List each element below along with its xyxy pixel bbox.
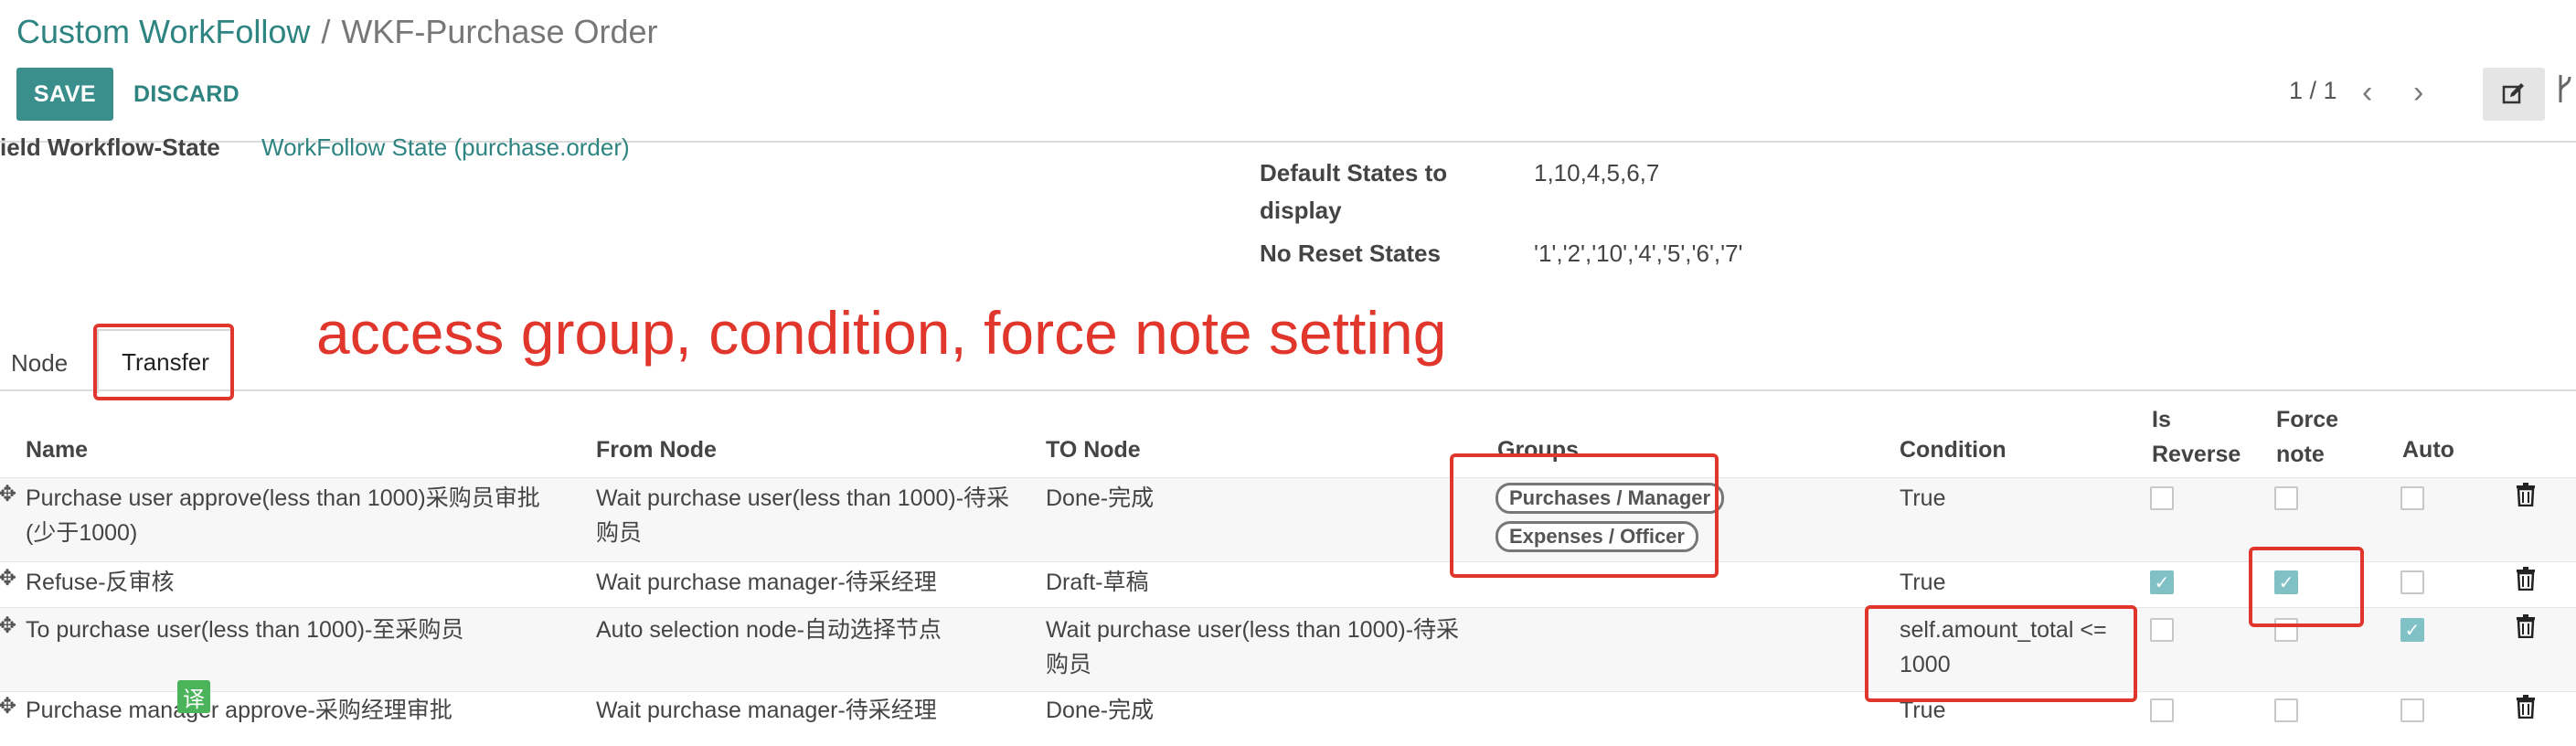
tabs-divider <box>0 389 2576 391</box>
cell-to-node: Wait purchase user(less than 1000)-待采 购员 <box>1046 613 1459 682</box>
edit-icon[interactable] <box>2483 68 2545 121</box>
drag-handle-icon[interactable]: ✥ <box>0 613 16 639</box>
col-header-condition[interactable]: Condition <box>1900 437 2007 464</box>
field-workflow-state-link[interactable]: WorkFollow State (purchase.order) <box>261 133 630 162</box>
highlight-box-condition <box>1865 605 2137 702</box>
auto-checkbox[interactable] <box>2400 486 2424 510</box>
auto-checkbox[interactable] <box>2400 570 2424 594</box>
chevron-right-icon[interactable]: › <box>2413 75 2423 111</box>
trash-icon[interactable] <box>2516 483 2536 513</box>
cell-from-node: Wait purchase manager-待采经理 <box>596 570 937 595</box>
auto-checkbox[interactable]: ✓ <box>2400 618 2424 642</box>
chevron-left-icon[interactable]: ‹ <box>2362 75 2372 111</box>
col-header-name[interactable]: Name <box>26 437 88 464</box>
no-reset-states-value: '1','2','10','4','5','6','7' <box>1534 240 1743 267</box>
cell-name: Purchase user approve(less than 1000)采购员… <box>26 481 540 550</box>
col-header-force-note-line2: note <box>2276 442 2325 467</box>
drag-handle-icon[interactable]: ✥ <box>0 565 16 591</box>
default-states-value: 1,10,4,5,6,7 <box>1534 159 1660 186</box>
row-divider <box>0 561 2576 562</box>
cell-to-line2: 购员 <box>1046 652 1092 677</box>
is-reverse-checkbox[interactable] <box>2150 486 2174 510</box>
highlight-box-transfer-tab <box>93 324 234 400</box>
cell-to-node: Draft-草稿 <box>1046 570 1149 595</box>
col-header-is-reverse-line2: Reverse <box>2152 442 2241 467</box>
drag-handle-icon[interactable]: ✥ <box>0 693 16 719</box>
cell-name: To purchase user(less than 1000)-至采购员 <box>26 617 464 643</box>
col-header-to-node[interactable]: TO Node <box>1046 437 1141 464</box>
is-reverse-checkbox[interactable] <box>2150 698 2174 722</box>
force-note-checkbox[interactable] <box>2274 698 2298 722</box>
highlight-box-groups <box>1450 453 1719 578</box>
cell-condition: True <box>1900 570 1946 595</box>
annotation-text: access group, condition, force note sett… <box>316 299 1447 367</box>
branch-icon[interactable] <box>2556 73 2574 112</box>
no-reset-states-label: No Reset States <box>1260 240 1441 267</box>
cell-from-node: Wait purchase manager-待采经理 <box>596 698 937 723</box>
cell-from-line2: 购员 <box>596 520 643 546</box>
cell-from-node: Wait purchase user(less than 1000)-待采 购员 <box>596 481 1009 550</box>
col-header-is-reverse[interactable]: Is Reverse <box>2152 402 2241 472</box>
breadcrumb-separator: / <box>321 13 331 50</box>
is-reverse-checkbox[interactable] <box>2150 618 2174 642</box>
col-header-is-reverse-line1: Is <box>2152 407 2171 432</box>
default-states-label: Default States to display <box>1260 159 1447 225</box>
cell-to-line1: Wait purchase user(less than 1000)-待采 <box>1046 617 1460 643</box>
field-workflow-state-label: ield Workflow-State <box>0 133 220 161</box>
default-states-label-line2: display <box>1260 197 1342 224</box>
row-divider <box>0 691 2576 692</box>
cell-to-node: Done-完成 <box>1046 698 1155 723</box>
discard-button[interactable]: DISCARD <box>133 68 240 121</box>
auto-checkbox[interactable] <box>2400 698 2424 722</box>
force-note-checkbox[interactable] <box>2274 486 2298 510</box>
row-divider <box>0 477 2576 478</box>
tab-node[interactable]: Node <box>11 349 68 378</box>
pager-value: 1 / 1 <box>2289 77 2337 104</box>
trash-icon[interactable] <box>2516 695 2536 725</box>
col-header-from-node[interactable]: From Node <box>596 437 717 464</box>
col-header-force-note-line1: Force <box>2276 407 2339 432</box>
col-header-auto[interactable]: Auto <box>2402 437 2454 464</box>
col-header-force-note[interactable]: Force note <box>2276 402 2338 472</box>
save-button[interactable]: SAVE <box>16 68 113 121</box>
breadcrumb-parent-link[interactable]: Custom WorkFollow <box>16 13 310 50</box>
breadcrumb: Custom WorkFollow / WKF-Purchase Order <box>16 13 658 51</box>
trash-icon[interactable] <box>2516 614 2536 645</box>
highlight-box-force-note <box>2249 547 2364 627</box>
drag-handle-icon[interactable]: ✥ <box>0 481 16 507</box>
cell-name: Purchase manager approve-采购经理审批 <box>26 698 452 723</box>
default-states-label-line1: Default States to <box>1260 159 1448 186</box>
row-divider <box>0 607 2576 608</box>
cell-name: Refuse-反审核 <box>26 570 175 595</box>
cell-name-line2: (少于1000) <box>26 520 138 546</box>
cell-from-node: Auto selection node-自动选择节点 <box>596 617 942 643</box>
cell-to-node: Done-完成 <box>1046 485 1155 511</box>
cell-condition: True <box>1900 485 1946 511</box>
is-reverse-checkbox[interactable]: ✓ <box>2150 570 2174 594</box>
translate-badge-icon[interactable]: 译 <box>177 680 210 713</box>
breadcrumb-current: WKF-Purchase Order <box>341 13 658 50</box>
cell-from-line1: Wait purchase user(less than 1000)-待采 <box>596 485 1010 511</box>
cell-name-line1: Purchase user approve(less than 1000)采购员… <box>26 485 540 511</box>
trash-icon[interactable] <box>2516 567 2536 597</box>
